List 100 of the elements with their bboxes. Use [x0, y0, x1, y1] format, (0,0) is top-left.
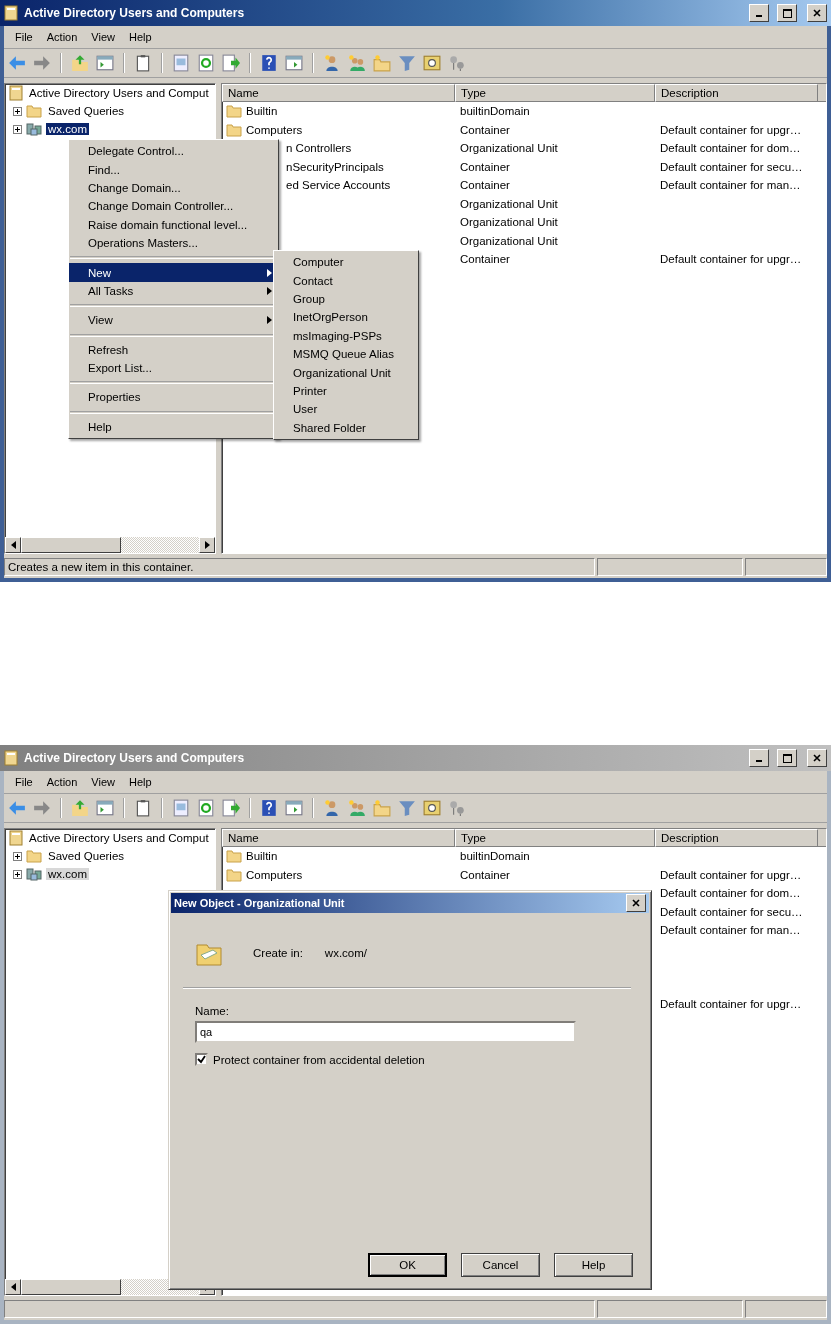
dialog-button[interactable]: Help [554, 1253, 633, 1277]
user-icon[interactable] [323, 799, 341, 817]
menu-bar-item[interactable]: Action [39, 776, 85, 788]
tree-item[interactable]: wx.com [46, 868, 89, 880]
panel-icon[interactable] [285, 54, 303, 72]
menu-item[interactable]: Organizational Unit [274, 363, 418, 382]
forward-arrow-icon[interactable] [33, 54, 51, 72]
item-name[interactable]: nSecurityPrincipals [286, 160, 384, 173]
column-header[interactable]: Name [222, 829, 455, 847]
menu-bar-item[interactable]: Help [121, 776, 159, 788]
minimize-button[interactable] [749, 749, 769, 767]
panel-icon[interactable] [285, 799, 303, 817]
tree-item[interactable]: Active Directory Users and Comput [27, 87, 211, 99]
folder-up-icon[interactable] [71, 54, 89, 72]
back-arrow-icon[interactable] [8, 54, 26, 72]
filter-icon[interactable] [398, 799, 416, 817]
close-button[interactable] [626, 894, 646, 912]
minimize-button[interactable] [749, 4, 769, 22]
export-list-icon[interactable] [222, 799, 240, 817]
item-description: Default container for upgr… [659, 998, 802, 1011]
tree-item[interactable]: Saved Queries [46, 850, 127, 862]
user-icon[interactable] [323, 54, 341, 72]
item-name[interactable]: Builtin [246, 105, 278, 118]
item-type: Container [459, 253, 510, 266]
column-header[interactable]: Type [455, 84, 655, 102]
right-arrow-icon[interactable] [204, 541, 210, 549]
delegate-icon[interactable] [448, 54, 466, 72]
item-name[interactable]: ed Service Accounts [286, 179, 391, 192]
expand-icon[interactable] [13, 106, 22, 116]
menu-item[interactable]: msImaging-PSPs [274, 326, 418, 345]
menu-item[interactable]: Printer [274, 381, 418, 401]
item-name[interactable]: Computers [246, 123, 303, 136]
column-header[interactable]: Name [222, 84, 455, 102]
export-list-icon[interactable] [222, 54, 240, 72]
properties-icon[interactable] [172, 799, 190, 817]
tree-item[interactable]: wx.com [46, 123, 89, 135]
properties-icon[interactable] [172, 54, 190, 72]
left-arrow-icon[interactable] [10, 1283, 16, 1291]
dialog-button[interactable]: OK [368, 1253, 447, 1277]
menu-item[interactable]: InetOrgPerson [274, 308, 418, 327]
item-description: Default container for man… [659, 179, 801, 192]
menu-item[interactable]: Change Domain... [69, 178, 278, 198]
horizontal-scrollbar[interactable] [5, 537, 215, 553]
tree-item[interactable]: Saved Queries [46, 105, 127, 117]
back-arrow-icon[interactable] [8, 799, 26, 817]
users-icon[interactable] [348, 54, 366, 72]
menu-item[interactable]: Change Domain Controller... [69, 197, 278, 216]
clipboard-icon[interactable] [134, 799, 152, 817]
clipboard-icon[interactable] [134, 54, 152, 72]
help-icon[interactable] [260, 799, 278, 817]
menu-item[interactable]: Find... [69, 160, 278, 179]
tree-item[interactable]: Active Directory Users and Comput [27, 832, 211, 844]
folder-up-icon[interactable] [71, 799, 89, 817]
refresh-icon[interactable] [197, 54, 215, 72]
forward-arrow-icon[interactable] [33, 799, 51, 817]
menu-bar-item[interactable]: View [84, 31, 122, 43]
left-arrow-icon[interactable] [10, 541, 16, 549]
folder-icon [26, 849, 42, 863]
menu-bar-item[interactable]: File [8, 776, 40, 788]
filter-icon[interactable] [398, 54, 416, 72]
menu-item[interactable]: Operations Masters... [69, 233, 278, 253]
menu-bar-item[interactable]: File [8, 31, 40, 43]
maximize-button[interactable] [777, 4, 797, 22]
menu-bar-item[interactable]: View [84, 776, 122, 788]
menu-item[interactable]: Delegate Control... [69, 142, 278, 161]
scrollbar-thumb[interactable] [21, 537, 121, 553]
console-tree-icon[interactable] [96, 799, 114, 817]
item-type: builtinDomain [459, 105, 530, 118]
expand-icon[interactable] [13, 869, 22, 879]
item-name[interactable]: Computers [246, 868, 303, 881]
expand-icon[interactable] [13, 851, 22, 861]
name-field[interactable]: qa [195, 1021, 576, 1043]
close-button[interactable] [807, 749, 827, 767]
find-icon[interactable] [423, 54, 441, 72]
maximize-button[interactable] [777, 749, 797, 767]
column-header[interactable]: Type [455, 829, 655, 847]
delegate-icon[interactable] [448, 799, 466, 817]
menu-item[interactable]: Group [274, 289, 418, 309]
name-label: Name: [195, 1005, 230, 1017]
help-icon[interactable] [260, 54, 278, 72]
menu-bar-item[interactable]: Action [39, 31, 85, 43]
item-name[interactable]: Builtin [246, 850, 278, 863]
console-tree-icon[interactable] [96, 54, 114, 72]
create-in-path: wx.com/ [324, 947, 368, 959]
menu-item[interactable]: MSMQ Queue Alias [274, 344, 418, 364]
menu-item[interactable]: User [274, 400, 418, 419]
menu-item[interactable]: Raise domain functional level... [69, 215, 278, 234]
dialog-button[interactable]: Cancel [461, 1253, 540, 1277]
item-name[interactable]: n Controllers [286, 142, 352, 155]
scrollbar-thumb[interactable] [21, 1279, 121, 1295]
find-icon[interactable] [423, 799, 441, 817]
users-icon[interactable] [348, 799, 366, 817]
column-header[interactable]: Description [655, 84, 818, 102]
refresh-icon[interactable] [197, 799, 215, 817]
checkbox[interactable] [195, 1053, 208, 1066]
column-header[interactable]: Description [655, 829, 818, 847]
menu-bar-item[interactable]: Help [121, 31, 159, 43]
expand-icon[interactable] [13, 124, 22, 134]
menu-item[interactable]: Shared Folder [274, 418, 418, 437]
close-button[interactable] [807, 4, 827, 22]
